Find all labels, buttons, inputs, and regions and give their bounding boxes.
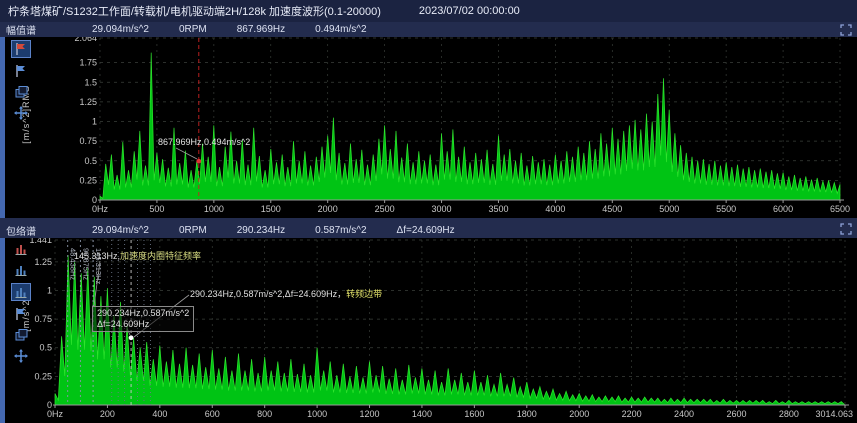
envelope-toolbar [8, 241, 34, 364]
flag-icon[interactable] [12, 63, 30, 79]
x-tick-label: 2200 [622, 409, 642, 419]
y-tick-label: 0.5 [84, 156, 97, 166]
envelope-spectrum-plot[interactable]: 0Hz 200 400 600 800 1000 1200 1400 1600 1800 2000 2… [0, 238, 857, 423]
y-tick-label: 1.75 [79, 58, 97, 68]
y-tick-label: 0 [92, 195, 97, 205]
move-icon[interactable] [12, 348, 30, 364]
y-tick-label: 1.5 [84, 77, 97, 87]
chart-red-icon[interactable] [12, 241, 30, 257]
windows-icon[interactable] [12, 84, 30, 100]
x-tick-label: 200 [100, 409, 115, 419]
flag-marker-icon[interactable] [11, 40, 31, 58]
rpm-value: 0RPM [179, 24, 207, 35]
x-tick-label: 1500 [261, 204, 281, 214]
cursor-amplitude: 0.494m/s^2 [315, 24, 366, 35]
y-tick-label: 0.25 [79, 175, 97, 185]
x-tick-label: 3000 [432, 204, 452, 214]
x-tick-label: 800 [257, 409, 272, 419]
x-tick-label: 4000 [545, 204, 565, 214]
spectrum-trace [55, 255, 845, 405]
x-tick-label: 6000 [773, 204, 793, 214]
y-tick-label: 1 [47, 285, 52, 295]
y-tick-label: 0.75 [34, 314, 52, 324]
y-tick-label: 0.5 [39, 343, 52, 353]
x-tick-label: 2000 [569, 409, 589, 419]
x-tick-label: 2400 [674, 409, 694, 419]
y-tick-label: 1.25 [34, 257, 52, 267]
cursor-frequency: 290.234Hz [237, 225, 285, 236]
amplitude-panel-header: 幅值谱 29.094m/s^2 0RPM 867.969Hz 0.494m/s^… [0, 22, 857, 37]
cursor-peak-marker[interactable] [129, 335, 134, 340]
panel-title-amplitude: 幅值谱 [0, 22, 92, 37]
x-tick-label: 1200 [360, 409, 380, 419]
x-tick-label: 1000 [204, 204, 224, 214]
chart-blue-icon[interactable] [12, 262, 30, 278]
spectrum-trace [100, 53, 840, 200]
y-tick-label: 0.75 [79, 136, 97, 146]
x-tick-label: 400 [152, 409, 167, 419]
x-tick-label: 1600 [464, 409, 484, 419]
flag-icon[interactable] [12, 306, 30, 322]
x-tick-label: 5000 [659, 204, 679, 214]
fullscreen-icon[interactable] [839, 223, 852, 235]
x-tick-label: 4500 [602, 204, 622, 214]
y-tick-label: 1.25 [79, 97, 97, 107]
panel-title-envelope: 包络谱 [0, 223, 92, 238]
x-tick-label: 3014.063 [815, 409, 853, 419]
cursor-rotated-label: 48.438Hz [69, 248, 78, 280]
y-tick-label: 1 [92, 117, 97, 127]
amplitude-spectrum-panel: [m/s^2]RMS 0Hz50010001500200025003000350… [0, 37, 857, 218]
amplitude-spectrum-plot[interactable]: 0Hz 500 1000 1500 2000 2500 3000 3500 4000 4500 50… [0, 37, 857, 218]
x-tick-label: 2800 [779, 409, 799, 419]
y-tick-label: 0 [47, 400, 52, 410]
cursor-rotated-label: 145.313Hz [94, 248, 103, 285]
x-tick-label: 500 [149, 204, 164, 214]
measurement-datetime: 2023/07/02 00:00:00 [419, 5, 520, 17]
cursor-rotated-label: 96.875Hz [81, 248, 90, 280]
envelope-spectrum-panel: [m/s^2] 0Hz20040060080010001200140016001… [0, 238, 857, 423]
envelope-panel-header: 包络谱 29.094m/s^2 0RPM 290.234Hz 0.587m/s^… [0, 218, 857, 238]
x-tick-label: 0Hz [92, 204, 109, 214]
cursor-peak-marker[interactable] [196, 159, 201, 164]
annotation-leader-line [176, 148, 197, 159]
windows-icon[interactable] [12, 327, 30, 343]
x-tick-label: 600 [205, 409, 220, 419]
x-tick-label: 2500 [375, 204, 395, 214]
x-tick-label: 6500 [830, 204, 850, 214]
y-axis: 2.064 1.75 1.5 1.25 1 0.75 0.5 0.25 0 [74, 37, 97, 205]
y-tick-label: 2.064 [74, 37, 97, 43]
overall-value: 29.094m/s^2 [92, 24, 149, 35]
x-axis: 0Hz 500 1000 1500 2000 2500 3000 3500 4000 4500 50… [92, 200, 850, 214]
cursor-frequency: 867.969Hz [237, 24, 285, 35]
move-icon[interactable] [12, 105, 30, 121]
rpm-value: 0RPM [179, 225, 207, 236]
measurement-path: 柠条塔煤矿/S1232工作面/转载机/电机驱动端2H/128k 加速度波形(0.… [8, 3, 381, 19]
x-tick-label: 1800 [517, 409, 537, 419]
amplitude-toolbar [8, 40, 34, 121]
x-axis: 0Hz 200 400 600 800 1000 1200 1400 1600 1800 2000 2… [47, 405, 853, 419]
overall-value: 29.094m/s^2 [92, 225, 149, 236]
annotation-leader-line [134, 295, 189, 337]
x-tick-label: 2000 [318, 204, 338, 214]
x-tick-label: 3500 [488, 204, 508, 214]
chart-select-icon[interactable] [11, 283, 31, 301]
x-tick-label: 0Hz [47, 409, 64, 419]
x-tick-label: 1400 [412, 409, 432, 419]
cursor-amplitude: 0.587m/s^2 [315, 225, 366, 236]
fullscreen-icon[interactable] [839, 24, 852, 36]
delta-frequency: Δf=24.609Hz [397, 225, 455, 236]
title-bar: 柠条塔煤矿/S1232工作面/转载机/电机驱动端2H/128k 加速度波形(0.… [0, 0, 857, 22]
x-tick-label: 5500 [716, 204, 736, 214]
x-tick-label: 2600 [726, 409, 746, 419]
y-tick-label: 0.25 [34, 371, 52, 381]
x-tick-label: 1000 [307, 409, 327, 419]
